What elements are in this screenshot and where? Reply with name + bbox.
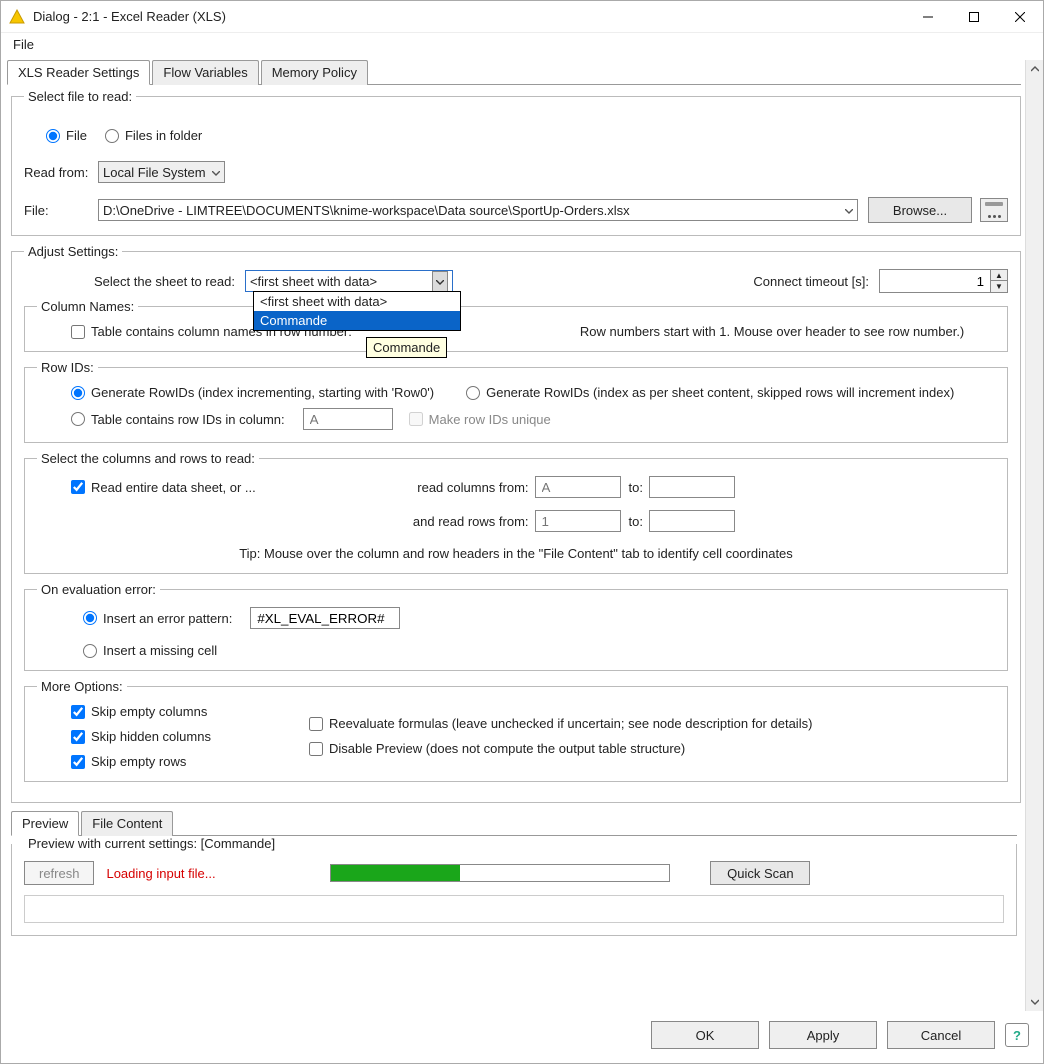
spinner-up-icon[interactable]: ▲: [991, 270, 1007, 281]
radio-file[interactable]: File: [46, 128, 87, 143]
preview-table-placeholder: [24, 895, 1004, 923]
readcols-label: read columns from:: [417, 480, 528, 495]
group-column-names: Column Names: Table contains column name…: [24, 299, 1008, 352]
col-to-field[interactable]: [649, 476, 735, 498]
refresh-button[interactable]: refresh: [24, 861, 94, 885]
check-skip-empty-cols[interactable]: Skip empty columns: [71, 704, 211, 719]
loading-text: Loading input file...: [106, 866, 215, 881]
preview-tabs: Preview File Content: [11, 811, 1017, 836]
dialog-footer: OK Apply Cancel ?: [1, 1011, 1043, 1063]
group-row-ids-legend: Row IDs:: [37, 360, 98, 375]
apply-button[interactable]: Apply: [769, 1021, 877, 1049]
dialog-window: Dialog - 2:1 - Excel Reader (XLS) File X…: [0, 0, 1044, 1064]
file-path-combo[interactable]: D:\OneDrive - LIMTREE\DOCUMENTS\knime-wo…: [98, 199, 858, 221]
group-range: Select the columns and rows to read: Rea…: [24, 451, 1008, 574]
select-sheet-label: Select the sheet to read:: [94, 274, 235, 289]
scroll-track[interactable]: [1026, 78, 1043, 993]
sheet-dropdown-list[interactable]: <first sheet with data> Commande: [253, 291, 461, 331]
menu-file[interactable]: File: [9, 35, 38, 54]
sheet-option-first[interactable]: <first sheet with data>: [254, 292, 460, 311]
group-more-options-legend: More Options:: [37, 679, 127, 694]
tab-preview[interactable]: Preview: [11, 811, 79, 836]
sheet-option-commande[interactable]: Commande: [254, 311, 460, 330]
tab-flow-variables[interactable]: Flow Variables: [152, 60, 258, 85]
chevron-down-icon: [212, 165, 220, 180]
radio-rowid-generate[interactable]: Generate RowIDs (index incrementing, sta…: [71, 385, 434, 400]
read-from-combo[interactable]: Local File System: [98, 161, 225, 183]
group-eval-error: On evaluation error: Insert an error pat…: [24, 582, 1008, 671]
radio-insert-missing[interactable]: Insert a missing cell: [83, 643, 217, 658]
colnames-hint-tail: Row numbers start with 1. Mouse over hea…: [580, 324, 964, 339]
group-column-names-legend: Column Names:: [37, 299, 138, 314]
check-disable-preview[interactable]: Disable Preview (does not compute the ou…: [309, 741, 812, 756]
chevron-down-icon: [432, 271, 448, 292]
spinner-down-icon[interactable]: ▼: [991, 281, 1007, 292]
browse-button[interactable]: Browse...: [868, 197, 972, 223]
group-adjust-legend: Adjust Settings:: [24, 244, 122, 259]
cancel-button[interactable]: Cancel: [887, 1021, 995, 1049]
error-pattern-field[interactable]: [250, 607, 400, 629]
tab-xls-reader-settings[interactable]: XLS Reader Settings: [7, 60, 150, 85]
close-button[interactable]: [997, 1, 1043, 33]
read-from-label: Read from:: [24, 165, 98, 180]
ok-button[interactable]: OK: [651, 1021, 759, 1049]
progress-bar: [330, 864, 670, 882]
content-area: XLS Reader Settings Flow Variables Memor…: [1, 56, 1043, 1011]
rowid-column-field[interactable]: [303, 408, 393, 430]
file-options-button[interactable]: [980, 198, 1008, 222]
maximize-button[interactable]: [951, 1, 997, 33]
range-tip: Tip: Mouse over the column and row heade…: [37, 546, 995, 561]
radio-rowid-sheetindex[interactable]: Generate RowIDs (index as per sheet cont…: [466, 385, 954, 400]
window-title: Dialog - 2:1 - Excel Reader (XLS): [33, 9, 905, 24]
radio-rowid-column[interactable]: Table contains row IDs in column:: [71, 412, 285, 427]
titlebar: Dialog - 2:1 - Excel Reader (XLS): [1, 1, 1043, 33]
app-logo-icon: [9, 9, 25, 25]
tab-file-content[interactable]: File Content: [81, 811, 173, 836]
scroll-down-icon[interactable]: [1026, 993, 1043, 1011]
menubar: File: [1, 33, 1043, 56]
group-select-file: Select file to read: File Files in folde…: [11, 89, 1021, 236]
check-skip-empty-rows[interactable]: Skip empty rows: [71, 754, 211, 769]
row-from-field[interactable]: [535, 510, 621, 532]
quick-scan-button[interactable]: Quick Scan: [710, 861, 810, 885]
vertical-scrollbar[interactable]: [1025, 60, 1043, 1011]
row-to-field[interactable]: [649, 510, 735, 532]
sheet-combo[interactable]: <first sheet with data>: [245, 270, 453, 292]
group-preview-legend: Preview with current settings: [Commande…: [24, 836, 279, 851]
check-skip-hidden-cols[interactable]: Skip hidden columns: [71, 729, 211, 744]
group-eval-error-legend: On evaluation error:: [37, 582, 160, 597]
group-select-file-legend: Select file to read:: [24, 89, 136, 104]
main-tabs: XLS Reader Settings Flow Variables Memor…: [7, 60, 1021, 85]
minimize-button[interactable]: [905, 1, 951, 33]
tab-memory-policy[interactable]: Memory Policy: [261, 60, 368, 85]
timeout-spinner[interactable]: ▲ ▼: [879, 269, 1008, 293]
group-preview: Preview with current settings: [Commande…: [11, 836, 1017, 936]
sheet-tooltip: Commande: [366, 337, 447, 358]
radio-files-in-folder[interactable]: Files in folder: [105, 128, 202, 143]
file-label: File:: [24, 203, 98, 218]
check-reevaluate-formulas[interactable]: Reevaluate formulas (leave unchecked if …: [309, 716, 812, 731]
radio-insert-error-pattern[interactable]: Insert an error pattern:: [83, 611, 232, 626]
timeout-input[interactable]: [880, 270, 990, 292]
row-to-label: to:: [629, 514, 643, 529]
group-adjust-settings: Adjust Settings: Select the sheet to rea…: [11, 244, 1021, 803]
check-rowid-unique[interactable]: Make row IDs unique: [409, 412, 551, 427]
scroll-up-icon[interactable]: [1026, 60, 1043, 78]
readrows-label: and read rows from:: [413, 514, 529, 529]
col-to-label: to:: [629, 480, 643, 495]
chevron-down-icon: [845, 203, 853, 218]
group-row-ids: Row IDs: Generate RowIDs (index incremen…: [24, 360, 1008, 443]
group-more-options: More Options: Skip empty columns Skip hi…: [24, 679, 1008, 782]
timeout-label: Connect timeout [s]:: [753, 274, 869, 289]
settings-pane: Select file to read: File Files in folde…: [7, 85, 1025, 936]
help-button[interactable]: ?: [1005, 1023, 1029, 1047]
check-read-entire[interactable]: Read entire data sheet, or ...: [71, 480, 256, 495]
group-range-legend: Select the columns and rows to read:: [37, 451, 259, 466]
col-from-field[interactable]: [535, 476, 621, 498]
